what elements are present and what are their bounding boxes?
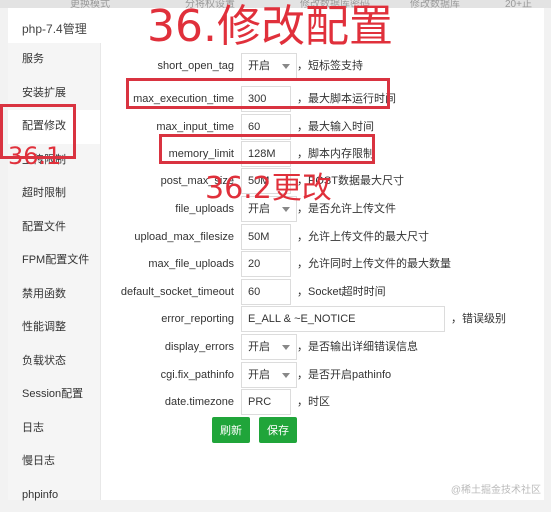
strip-text: 20+正 bbox=[505, 0, 532, 8]
error-reporting-input[interactable]: E_ALL & ~E_NOTICE bbox=[241, 306, 445, 332]
config-description: ，时区 bbox=[297, 389, 330, 415]
config-row-error-reporting: error_reporting E_ALL & ~E_NOTICE ，错误级别 bbox=[100, 306, 544, 332]
config-label: cgi.fix_pathinfo bbox=[100, 362, 234, 388]
config-row-default-socket-timeout: default_socket_timeout 60 ，Socket超时时间 bbox=[100, 279, 544, 305]
config-label: default_socket_timeout bbox=[100, 279, 234, 305]
config-label: date.timezone bbox=[100, 389, 234, 415]
display-errors-select[interactable]: 开启 bbox=[241, 334, 297, 360]
config-row-display-errors: display_errors 开启 ，是否输出详细错误信息 bbox=[100, 334, 544, 360]
default-socket-timeout-input[interactable]: 60 bbox=[241, 279, 291, 305]
upload-max-filesize-input[interactable]: 50M bbox=[241, 224, 291, 250]
config-label: short_open_tag bbox=[100, 53, 234, 79]
annotation-box-memory-limit bbox=[159, 134, 375, 164]
annotation-step-1: 36.1 bbox=[8, 141, 61, 171]
sidebar-item-timeout-limit[interactable]: 超时限制 bbox=[8, 177, 100, 211]
config-label: max_file_uploads bbox=[100, 251, 234, 277]
config-row-date-timezone: date.timezone PRC ，时区 bbox=[100, 389, 544, 415]
strip-text: 修改数据库 bbox=[410, 0, 460, 8]
chevron-down-icon bbox=[282, 64, 290, 69]
config-row-short-open-tag: short_open_tag 开启 ，短标签支持 bbox=[100, 53, 544, 79]
config-description: ，是否输出详细错误信息 bbox=[297, 334, 418, 360]
annotation-box-max-execution-time bbox=[126, 78, 390, 109]
refresh-button[interactable]: 刷新 bbox=[212, 417, 250, 443]
watermark: @稀土掘金技术社区 bbox=[451, 481, 541, 496]
sidebar-item-phpinfo[interactable]: phpinfo bbox=[8, 479, 100, 512]
sidebar-item-fpm-config-file[interactable]: FPM配置文件 bbox=[8, 244, 100, 278]
max-file-uploads-input[interactable]: 20 bbox=[241, 251, 291, 277]
date-timezone-input[interactable]: PRC bbox=[241, 389, 291, 415]
annotation-step-2: 36.2更改 bbox=[205, 170, 332, 208]
sidebar-item-load-status[interactable]: 负载状态 bbox=[8, 345, 100, 379]
sidebar-item-session-config[interactable]: Session配置 bbox=[8, 378, 100, 412]
config-row-cgi-fix-pathinfo: cgi.fix_pathinfo 开启 ，是否开启pathinfo bbox=[100, 362, 544, 388]
sidebar-item-config-file[interactable]: 配置文件 bbox=[8, 211, 100, 245]
select-value: 开启 bbox=[248, 369, 270, 381]
config-label: error_reporting bbox=[100, 306, 234, 332]
config-label: upload_max_filesize bbox=[100, 224, 234, 250]
cgi-fix-pathinfo-select[interactable]: 开启 bbox=[241, 362, 297, 388]
short-open-tag-select[interactable]: 开启 bbox=[241, 53, 297, 79]
config-description: ，短标签支持 bbox=[297, 53, 363, 79]
sidebar-item-service[interactable]: 服务 bbox=[8, 43, 100, 77]
config-description: ，允许上传文件的最大尺寸 bbox=[297, 224, 429, 250]
config-description: ，Socket超时时间 bbox=[297, 279, 386, 305]
strip-text: 更换模式 bbox=[70, 0, 110, 8]
save-button[interactable]: 保存 bbox=[259, 417, 297, 443]
select-value: 开启 bbox=[248, 341, 270, 353]
config-row-max-file-uploads: max_file_uploads 20 ，允许同时上传文件的最大数量 bbox=[100, 251, 544, 277]
sidebar-item-slow-log[interactable]: 慢日志 bbox=[8, 445, 100, 479]
sidebar-item-disabled-functions[interactable]: 禁用函数 bbox=[8, 278, 100, 312]
select-value: 开启 bbox=[248, 60, 270, 72]
config-row-upload-max-filesize: upload_max_filesize 50M ，允许上传文件的最大尺寸 bbox=[100, 224, 544, 250]
annotation-title: 36.修改配置 bbox=[147, 0, 393, 54]
chevron-down-icon bbox=[282, 345, 290, 350]
sidebar-item-log[interactable]: 日志 bbox=[8, 412, 100, 446]
config-label: display_errors bbox=[100, 334, 234, 360]
sidebar-item-performance-tuning[interactable]: 性能调整 bbox=[8, 311, 100, 345]
config-description: ，是否开启pathinfo bbox=[297, 362, 391, 388]
config-description: ，允许同时上传文件的最大数量 bbox=[297, 251, 451, 277]
config-description: ，错误级别 bbox=[451, 306, 506, 332]
panel-title: php-7.4管理 bbox=[22, 20, 87, 37]
chevron-down-icon bbox=[282, 373, 290, 378]
